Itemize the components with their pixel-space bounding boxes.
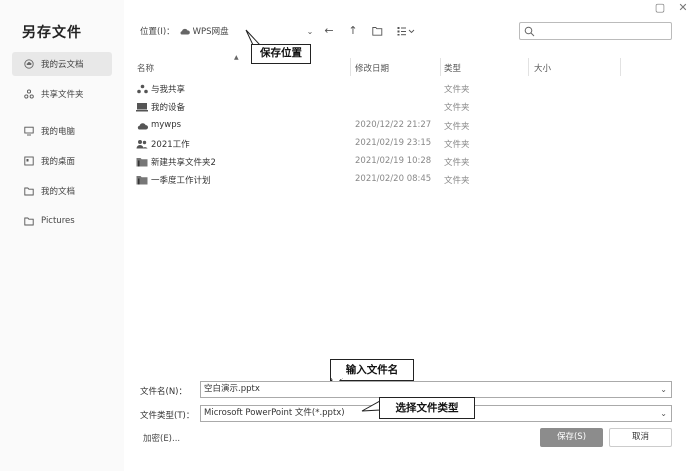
folder-outline-icon <box>24 186 34 196</box>
back-arrow-icon[interactable]: ← <box>322 24 336 38</box>
sidebar-item-label: 我的电脑 <box>41 127 76 137</box>
file-date: 2020/12/22 21:27 <box>355 120 432 130</box>
list-item[interactable]: 新建共享文件夹2 2021/02/19 10:28 文件夹 <box>136 153 676 171</box>
list-item[interactable]: 一季度工作计划 2021/02/20 08:45 文件夹 <box>136 171 676 189</box>
file-type: 文件夹 <box>444 158 470 168</box>
callout-location: 保存位置 <box>251 44 311 64</box>
up-arrow-icon[interactable]: ↑ <box>346 24 360 38</box>
monitor-icon <box>24 126 34 136</box>
cancel-button[interactable]: 取消 <box>609 428 672 447</box>
sidebar-item-documents[interactable]: 我的文档 <box>12 179 112 203</box>
file-type: 文件夹 <box>444 103 470 113</box>
share-icon <box>136 84 148 94</box>
close-button[interactable]: ✕ <box>676 2 690 14</box>
sidebar-item-label: 我的文档 <box>41 187 76 197</box>
list-item[interactable]: 2021工作 2021/02/19 23:15 文件夹 <box>136 135 676 153</box>
file-name: 我的设备 <box>151 103 186 113</box>
folder-outline-icon <box>24 216 34 226</box>
cloud-icon <box>179 27 190 35</box>
cloud-circle-icon <box>24 59 34 69</box>
filetype-value: Microsoft PowerPoint 文件(*.pptx) <box>204 408 345 418</box>
sidebar-item-cloud-docs[interactable]: 我的云文档 <box>12 52 112 76</box>
location-dropdown[interactable]: WPS网盘 <box>179 25 307 37</box>
file-name: 与我共享 <box>151 85 186 95</box>
chevron-down-icon[interactable]: ⌄ <box>660 406 667 421</box>
location-label: 位置(I)： <box>140 27 175 37</box>
column-header-modified[interactable]: 修改日期 <box>355 62 389 74</box>
list-item[interactable]: mywps 2020/12/22 21:27 文件夹 <box>136 117 676 135</box>
location-bar: 位置(I)： WPS网盘 ⌄ <box>140 22 313 40</box>
column-divider[interactable] <box>440 58 441 76</box>
filetype-label: 文件类型(T)： <box>140 411 195 421</box>
file-type: 文件夹 <box>444 176 470 186</box>
column-divider[interactable] <box>620 58 621 76</box>
filename-value: 空白演示.pptx <box>204 384 260 394</box>
sidebar-item-label: 我的云文档 <box>41 60 84 70</box>
sidebar-item-desktop[interactable]: 我的桌面 <box>12 149 112 173</box>
filename-input[interactable]: 空白演示.pptx ⌄ <box>200 381 672 398</box>
filename-label: 文件名(N)： <box>140 387 187 397</box>
file-name: 2021工作 <box>151 140 190 150</box>
sidebar: 另存文件 我的云文档 共享文件夹 我的电脑 我的桌面 我的文档 Pictures <box>0 0 124 471</box>
share-nodes-icon <box>24 89 34 99</box>
file-name: mywps <box>151 120 182 130</box>
file-date: 2021/02/19 10:28 <box>355 156 432 166</box>
list-item[interactable]: 我的设备 文件夹 <box>136 98 676 116</box>
file-type: 文件夹 <box>444 140 470 150</box>
cloud-icon <box>136 120 148 130</box>
column-header-type[interactable]: 类型 <box>444 62 461 74</box>
column-divider[interactable] <box>350 58 351 76</box>
file-type: 文件夹 <box>444 122 470 132</box>
sidebar-item-pictures[interactable]: Pictures <box>12 209 112 233</box>
dialog-title: 另存文件 <box>22 25 82 41</box>
sidebar-item-my-computer[interactable]: 我的电脑 <box>12 119 112 143</box>
search-icon <box>524 26 535 37</box>
sidebar-item-label: 共享文件夹 <box>41 90 84 100</box>
sidebar-item-shared-folder[interactable]: 共享文件夹 <box>12 82 112 106</box>
sidebar-item-label: 我的桌面 <box>41 157 76 167</box>
column-header-size[interactable]: 大小 <box>534 62 551 74</box>
column-header-name[interactable]: 名称 <box>137 62 154 74</box>
encrypt-link[interactable]: 加密(E)... <box>143 432 180 444</box>
device-icon <box>136 102 148 112</box>
file-name: 一季度工作计划 <box>151 176 211 186</box>
maximize-button[interactable]: ▢ <box>653 2 667 14</box>
view-mode-icon[interactable] <box>396 24 418 40</box>
callout-filetype: 选择文件类型 <box>379 397 475 419</box>
folder-icon <box>136 157 148 167</box>
desktop-icon <box>24 156 34 166</box>
search-input[interactable] <box>519 22 672 40</box>
new-folder-icon[interactable] <box>370 24 384 40</box>
file-date: 2021/02/20 08:45 <box>355 174 432 184</box>
list-item[interactable]: 与我共享 文件夹 <box>136 80 676 98</box>
file-name: 新建共享文件夹2 <box>151 158 216 168</box>
location-value: WPS网盘 <box>192 27 229 37</box>
chevron-down-icon[interactable]: ⌄ <box>660 382 667 397</box>
chevron-down-icon[interactable]: ⌄ <box>307 27 314 36</box>
file-type: 文件夹 <box>444 85 470 95</box>
folder-icon <box>136 175 148 185</box>
file-date: 2021/02/19 23:15 <box>355 138 432 148</box>
sidebar-item-label: Pictures <box>41 216 75 226</box>
column-divider[interactable] <box>528 58 529 76</box>
save-button[interactable]: 保存(S) <box>540 428 603 447</box>
team-icon <box>136 139 148 149</box>
sort-ascending-icon: ▲ <box>234 54 239 61</box>
